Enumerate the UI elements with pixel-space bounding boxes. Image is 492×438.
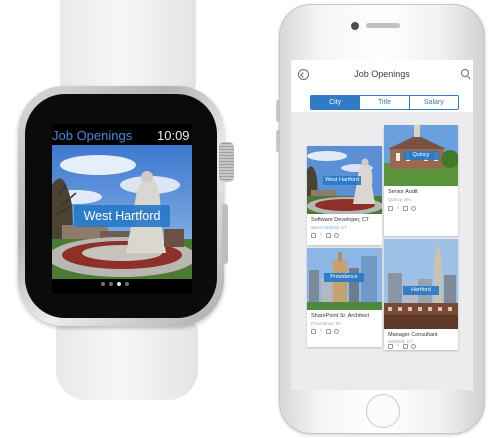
card-actions: i	[388, 344, 416, 350]
calendar-icon[interactable]	[326, 233, 331, 238]
app-title: Job Openings	[354, 69, 410, 79]
job-location: West Hartford, CT	[311, 225, 348, 230]
mail-icon[interactable]	[311, 233, 316, 238]
tab-city[interactable]: City	[311, 96, 360, 109]
watch-side-button[interactable]	[222, 204, 228, 264]
clock-icon[interactable]	[411, 206, 416, 211]
mail-icon[interactable]	[388, 344, 393, 349]
job-card[interactable]: Providence SharePoint Sr. Architect Prov…	[307, 248, 382, 347]
job-card[interactable]: Hartford Manager Consultant Hartford, CT…	[384, 239, 458, 350]
calendar-icon[interactable]	[403, 206, 408, 211]
card-photo	[384, 239, 458, 329]
job-location: Quincy, MA	[388, 197, 411, 202]
info-icon[interactable]: i	[396, 344, 400, 349]
calendar-icon[interactable]	[326, 329, 331, 334]
app-header: Job Openings	[291, 60, 473, 90]
watch-band-bottom	[56, 318, 198, 400]
clock-icon[interactable]	[411, 344, 416, 349]
job-title: Senior Audit	[388, 189, 418, 195]
page-dot	[125, 282, 129, 286]
city-badge: Providence	[324, 273, 364, 282]
watch-band-top	[60, 0, 196, 100]
mail-icon[interactable]	[388, 206, 393, 211]
search-icon[interactable]	[461, 69, 469, 77]
info-icon[interactable]: i	[396, 206, 400, 211]
job-title: Manager Consultant	[388, 332, 438, 338]
tab-salary[interactable]: Salary	[408, 96, 458, 109]
card-actions: i	[388, 206, 416, 212]
city-badge: Quincy	[403, 151, 439, 160]
clock-icon[interactable]	[334, 329, 339, 334]
phone-screen: Job Openings City Title Salary West Hart…	[291, 60, 473, 390]
clock-icon[interactable]	[334, 233, 339, 238]
card-actions: i	[311, 233, 339, 239]
city-badge: Hartford	[403, 286, 439, 295]
earpiece-speaker	[366, 23, 400, 28]
watch-time: 10:09	[157, 128, 190, 143]
job-cards-grid: West Hartford Software Developer, CT Wes…	[291, 112, 473, 390]
watch-page-indicator	[101, 282, 141, 288]
sort-segmented-control: City Title Salary	[310, 95, 459, 110]
digital-crown[interactable]	[219, 142, 234, 182]
home-button[interactable]	[366, 394, 400, 428]
info-icon[interactable]: i	[319, 329, 323, 334]
job-card[interactable]: Quincy Senior Audit Quincy, MA i	[384, 125, 458, 236]
city-badge: West Hartford	[323, 176, 361, 185]
job-card[interactable]: West Hartford Software Developer, CT Wes…	[307, 146, 382, 245]
page-dot	[101, 282, 105, 286]
job-title: SharePoint Sr. Architect	[311, 313, 370, 319]
calendar-icon[interactable]	[403, 344, 408, 349]
watch-app-title: Job Openings	[52, 128, 133, 143]
front-camera	[351, 22, 359, 30]
card-actions: i	[311, 329, 339, 335]
page-dot-active	[117, 282, 121, 286]
watch-location-badge: West Hartford	[74, 205, 170, 227]
job-title: Software Developer, CT	[311, 217, 370, 223]
mail-icon[interactable]	[311, 329, 316, 334]
info-icon[interactable]: i	[319, 233, 323, 238]
tab-title[interactable]: Title	[359, 96, 408, 109]
job-location: Providence, RI	[311, 321, 341, 326]
page-dot	[109, 282, 113, 286]
